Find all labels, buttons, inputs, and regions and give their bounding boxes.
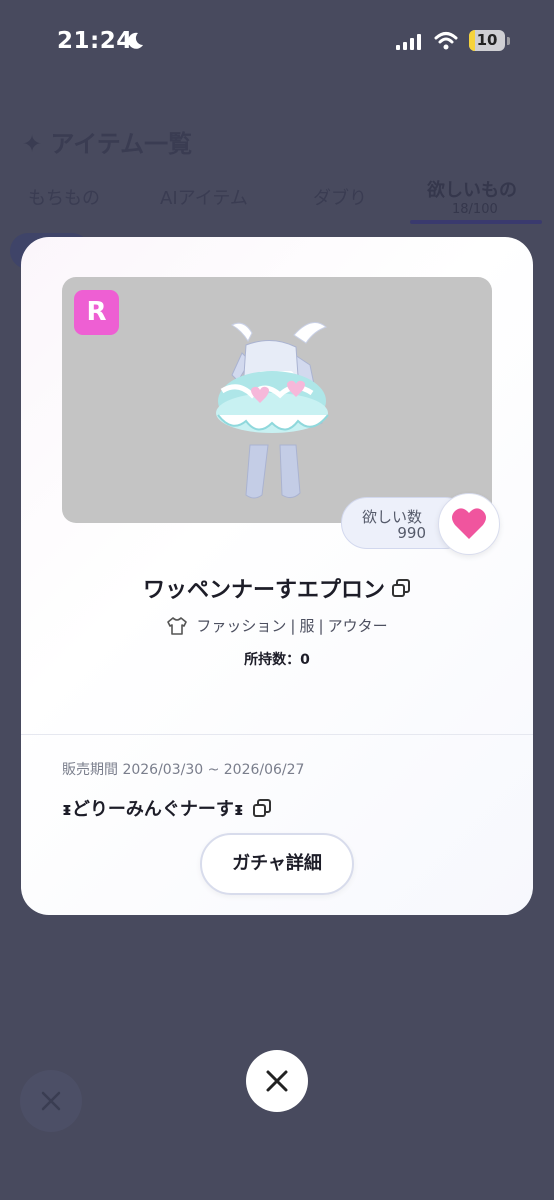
gacha-detail-button[interactable]: ガチャ詳細 xyxy=(200,833,354,895)
close-button[interactable] xyxy=(246,1050,308,1112)
divider xyxy=(21,734,533,735)
item-name: ワッペンナーすエプロン xyxy=(142,578,385,603)
close-icon xyxy=(266,1070,288,1092)
clock: 21:24 xyxy=(57,28,133,54)
owned-count: 所持数：0 xyxy=(244,652,310,668)
category-type: アウター xyxy=(327,617,388,635)
background-close-button xyxy=(20,1070,82,1132)
battery-level: 10 xyxy=(476,31,498,49)
gacha-name-row: ᵻどりーみんぐナーすᵻ xyxy=(62,795,272,821)
item-name-row: ワッペンナーすエプロン xyxy=(21,572,533,604)
item-image: R xyxy=(62,277,492,523)
want-count: 990 xyxy=(397,524,426,542)
category-row: ファッション | 服 | アウター xyxy=(21,615,533,640)
category-sep-2: | xyxy=(318,616,324,635)
tab-indicator xyxy=(410,220,542,224)
rarity-badge: R xyxy=(74,290,119,335)
category-sep-1: | xyxy=(290,616,296,635)
signal-icon xyxy=(396,34,421,50)
tab-duplicates[interactable]: ダブり xyxy=(313,184,367,210)
gacha-name: ᵻどりーみんぐナーすᵻ xyxy=(62,799,244,820)
status-bar: 21:24 10 xyxy=(0,0,554,84)
shirt-icon xyxy=(167,616,188,635)
wifi-icon xyxy=(434,32,458,50)
tab-mochimono[interactable]: もちもの xyxy=(28,184,100,210)
outfit-illustration xyxy=(216,322,329,499)
copy-icon[interactable] xyxy=(391,578,411,598)
sale-period: 販売期間 2026/03/30 ~ 2026/06/27 xyxy=(62,762,305,778)
item-detail-modal: R 欲しい数 990 ワッペンナーすエプロン ファッション | 服 | アウター… xyxy=(21,237,533,915)
tab-wishlist-count: 18/100 xyxy=(452,202,498,217)
heart-icon xyxy=(452,508,486,539)
category-sub: 服 xyxy=(299,617,315,635)
category-main: ファッション xyxy=(196,617,287,635)
battery-icon: 10 xyxy=(469,30,505,51)
page-title: ✦ アイテム一覧 xyxy=(22,130,193,158)
moon-icon xyxy=(128,32,143,49)
close-icon xyxy=(41,1091,61,1111)
wishlist-heart-button[interactable] xyxy=(438,493,500,555)
copy-icon[interactable] xyxy=(252,798,272,818)
tab-wishlist[interactable]: 欲しいもの xyxy=(427,176,517,202)
tab-ai-items[interactable]: AIアイテム xyxy=(160,184,248,210)
